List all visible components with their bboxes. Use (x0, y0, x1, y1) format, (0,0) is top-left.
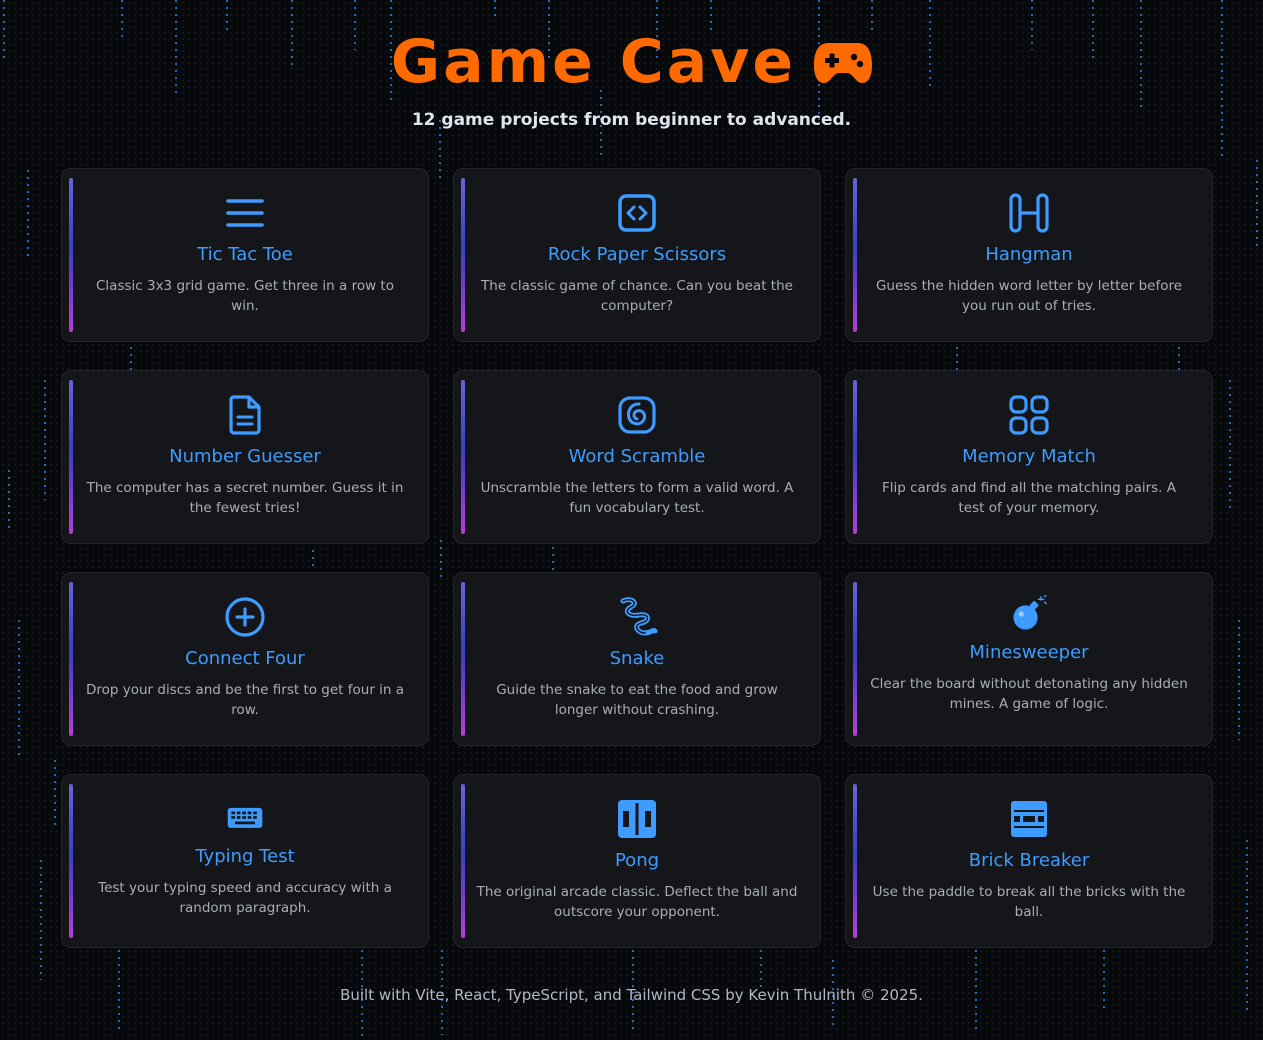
menu-lines-icon (226, 199, 264, 227)
card-accent-bar (69, 178, 73, 332)
game-description: The original arcade classic. Deflect the… (476, 884, 798, 920)
game-title: Word Scramble (568, 446, 706, 467)
game-card-word-scramble[interactable]: Word Scramble Unscramble the letters to … (453, 370, 821, 544)
game-description: Guide the snake to eat the food and grow… (496, 682, 778, 718)
grid-icon (1009, 395, 1049, 435)
game-description: Classic 3x3 grid game. Get three in a ro… (96, 278, 394, 314)
game-title: Tic Tac Toe (197, 244, 293, 265)
game-description: Guess the hidden word letter by letter b… (875, 278, 1183, 314)
card-accent-bar (69, 784, 73, 938)
game-title: Typing Test (195, 846, 295, 867)
game-card-brick-breaker[interactable]: Brick Breaker Use the paddle to break al… (845, 774, 1213, 948)
code-box-icon (618, 194, 656, 232)
game-card-snake[interactable]: Snake Guide the snake to eat the food an… (453, 572, 821, 746)
game-description: The computer has a secret number. Guess … (86, 480, 404, 516)
game-title: Hangman (985, 244, 1073, 265)
page-subtitle: 12 game projects from beginner to advanc… (411, 110, 852, 130)
bricks-icon (1011, 801, 1047, 837)
game-description: Test your typing speed and accuracy with… (98, 880, 392, 916)
card-accent-bar (853, 784, 857, 938)
game-card-hangman[interactable]: Hangman Guess the hidden word letter by … (845, 168, 1213, 342)
snake-icon (620, 597, 658, 636)
game-title: Connect Four (185, 648, 305, 669)
games-grid: Tic Tac Toe Classic 3x3 grid game. Get t… (61, 168, 1213, 948)
card-accent-bar (853, 582, 857, 736)
game-card-typing-test[interactable]: Typing Test Test your typing speed and a… (61, 774, 429, 948)
game-description: Clear the board without detonating any h… (870, 676, 1188, 712)
page-footer: Built with Vite, React, TypeScript, and … (340, 986, 923, 1004)
game-description: Drop your discs and be the first to get … (85, 682, 405, 718)
gamepad-icon (814, 43, 873, 83)
game-title: Snake (609, 648, 665, 669)
game-description: Unscramble the letters to form a valid w… (480, 480, 794, 516)
bomb-icon (1013, 595, 1047, 630)
card-accent-bar (853, 380, 857, 534)
card-accent-bar (853, 178, 857, 332)
game-card-tic-tac-toe[interactable]: Tic Tac Toe Classic 3x3 grid game. Get t… (61, 168, 429, 342)
game-title: Memory Match (962, 446, 1096, 467)
game-title: Rock Paper Scissors (547, 244, 727, 265)
game-description: Flip cards and find all the matching pai… (881, 480, 1176, 516)
document-icon (229, 395, 261, 435)
game-title: Minesweeper (969, 642, 1089, 663)
game-card-rock-paper-scissors[interactable]: Rock Paper Scissors The classic game of … (453, 168, 821, 342)
game-title: Pong (614, 850, 660, 871)
card-accent-bar (461, 582, 465, 736)
game-card-minesweeper[interactable]: Minesweeper Clear the board without deto… (845, 572, 1213, 746)
keyboard-icon (227, 807, 263, 828)
card-accent-bar (461, 178, 465, 332)
card-accent-bar (461, 784, 465, 938)
card-accent-bar (69, 582, 73, 736)
pong-icon (618, 800, 656, 838)
gallows-icon (1009, 193, 1049, 233)
page-header: Game Cave 12 game projects from beginner… (0, 26, 1263, 130)
card-accent-bar (69, 380, 73, 534)
game-card-pong[interactable]: Pong The original arcade classic. Deflec… (453, 774, 821, 948)
game-description: The classic game of chance. Can you beat… (481, 278, 793, 314)
game-card-number-guesser[interactable]: Number Guesser The computer has a secret… (61, 370, 429, 544)
swirl-icon (618, 396, 656, 434)
game-title: Brick Breaker (968, 850, 1090, 871)
title-row: Game Cave (390, 26, 873, 98)
card-accent-bar (461, 380, 465, 534)
plus-circle-icon (225, 597, 265, 637)
game-card-connect-four[interactable]: Connect Four Drop your discs and be the … (61, 572, 429, 746)
game-description: Use the paddle to break all the bricks w… (872, 884, 1186, 920)
page-title: Game Cave (390, 27, 797, 97)
game-title: Number Guesser (169, 446, 321, 467)
game-card-memory-match[interactable]: Memory Match Flip cards and find all the… (845, 370, 1213, 544)
